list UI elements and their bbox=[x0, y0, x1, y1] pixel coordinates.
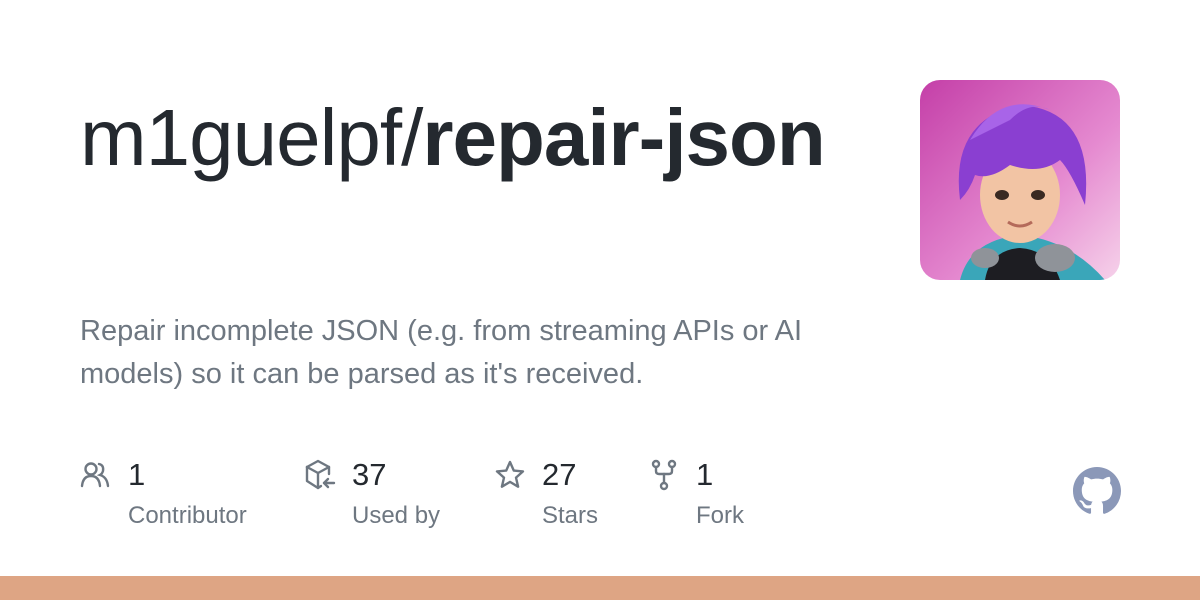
repo-forked-icon bbox=[651, 459, 677, 491]
stat-value: 1 bbox=[696, 457, 714, 492]
stat-value: 37 bbox=[352, 457, 387, 492]
stat-label: Contributor bbox=[128, 502, 247, 529]
repo-description: Repair incomplete JSON (e.g. from stream… bbox=[80, 315, 803, 390]
star-icon bbox=[495, 460, 525, 488]
stat-label: Stars bbox=[542, 502, 599, 529]
stat-label: Fork bbox=[696, 502, 744, 529]
people-icon bbox=[80, 462, 110, 488]
repo-owner[interactable]: m1guelpf/ bbox=[80, 93, 423, 182]
owner-avatar bbox=[920, 80, 1120, 280]
repo-title: m1guelpf/repair-json bbox=[80, 92, 900, 184]
github-logo-icon[interactable] bbox=[1073, 467, 1121, 515]
language-color-bar bbox=[0, 576, 1200, 600]
stat-value: 1 bbox=[128, 457, 146, 492]
stat-label: Used by bbox=[352, 502, 441, 529]
stat-value: 27 bbox=[542, 457, 577, 492]
repo-name[interactable]: repair-json bbox=[422, 93, 825, 182]
package-dependents-icon bbox=[305, 459, 336, 490]
